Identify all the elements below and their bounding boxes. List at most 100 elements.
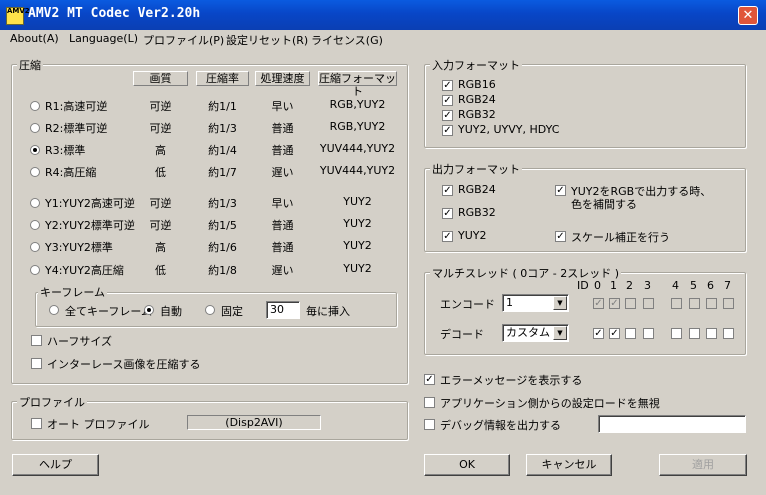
compression-mode-radio[interactable] xyxy=(30,101,40,111)
compression-mode-label: R3:標準 xyxy=(45,144,86,157)
half-size-label: ハーフサイズ xyxy=(47,335,113,348)
thread-id-1: 1 xyxy=(610,279,617,292)
encode-thread-checkbox[interactable]: ✓ xyxy=(593,298,604,309)
speed-cell: 普通 xyxy=(271,241,294,254)
format-cell: YUY2 xyxy=(343,262,372,275)
help-button[interactable]: ヘルプ xyxy=(12,454,99,476)
decode-thread-checkbox[interactable] xyxy=(643,328,654,339)
encode-threads-value: 1 xyxy=(506,296,513,309)
menu-license[interactable]: ライセンス(G) xyxy=(311,32,383,48)
decode-threads-select[interactable]: カスタム ▼ xyxy=(502,324,569,342)
header-ratio: 圧縮率 xyxy=(196,71,249,86)
input-yuy2-checkbox[interactable]: ✓ xyxy=(442,125,453,136)
interlace-checkbox[interactable] xyxy=(31,358,42,369)
profile-name: (Disp2AVI) xyxy=(187,415,321,430)
speed-cell: 普通 xyxy=(271,122,294,135)
chevron-down-icon[interactable]: ▼ xyxy=(553,326,567,340)
ignore-app-settings-label: アプリケーション側からの設定ロードを無視 xyxy=(440,397,660,410)
compression-mode-radio[interactable] xyxy=(30,220,40,230)
decode-thread-checkbox[interactable] xyxy=(671,328,682,339)
compression-mode-radio[interactable] xyxy=(30,123,40,133)
menu-language[interactable]: Language(L) xyxy=(69,32,138,45)
keyframe-auto-radio[interactable] xyxy=(144,305,154,315)
interlace-label: インターレース画像を圧縮する xyxy=(47,358,201,371)
compression-mode-radio[interactable] xyxy=(30,198,40,208)
input-rgb32-checkbox[interactable]: ✓ xyxy=(442,110,453,121)
ratio-cell: 約1/7 xyxy=(208,166,237,179)
speed-cell: 普通 xyxy=(271,144,294,157)
thread-id-0: 0 xyxy=(594,279,601,292)
output-rgb32-checkbox[interactable]: ✓ xyxy=(442,208,453,219)
input-rgb16-label: RGB16 xyxy=(458,78,496,91)
encode-thread-checkbox[interactable] xyxy=(625,298,636,309)
header-quality: 画質 xyxy=(133,71,188,86)
encode-thread-checkbox[interactable] xyxy=(643,298,654,309)
yuy2-to-rgb-checkbox[interactable]: ✓ xyxy=(555,185,566,196)
title-bar[interactable]: AMV2 AMV2 MT Codec Ver2.20h ✕ xyxy=(0,0,766,30)
scale-correction-checkbox[interactable]: ✓ xyxy=(555,231,566,242)
input-rgb16-checkbox[interactable]: ✓ xyxy=(442,80,453,91)
format-cell: YUY2 xyxy=(343,217,372,230)
input-rgb24-checkbox[interactable]: ✓ xyxy=(442,95,453,106)
encode-threads-select[interactable]: 1 ▼ xyxy=(502,294,569,312)
half-size-checkbox[interactable] xyxy=(31,335,42,346)
quality-cell: 高 xyxy=(155,241,166,254)
menu-profile[interactable]: プロファイル(P) xyxy=(143,32,224,48)
error-message-checkbox[interactable]: ✓ xyxy=(424,374,435,385)
encode-thread-checkbox[interactable] xyxy=(671,298,682,309)
decode-thread-checkbox[interactable] xyxy=(723,328,734,339)
output-format-title: 出力フォーマット xyxy=(430,161,522,177)
encode-thread-checkbox[interactable] xyxy=(723,298,734,309)
compression-mode-radio[interactable] xyxy=(30,242,40,252)
decode-thread-checkbox[interactable] xyxy=(706,328,717,339)
decode-thread-checkbox[interactable]: ✓ xyxy=(609,328,620,339)
keyframe-fixed-radio[interactable] xyxy=(205,305,215,315)
menu-reset[interactable]: 設定リセット(R) xyxy=(226,32,308,48)
quality-cell: 可逆 xyxy=(149,122,172,135)
keyframe-auto-label: 自動 xyxy=(160,305,182,318)
encode-thread-checkbox[interactable] xyxy=(706,298,717,309)
ok-button[interactable]: OK xyxy=(424,454,510,476)
ratio-cell: 約1/4 xyxy=(208,144,237,157)
format-cell: RGB,YUY2 xyxy=(329,120,386,133)
format-cell: YUY2 xyxy=(343,195,372,208)
quality-cell: 低 xyxy=(155,264,166,277)
keyframe-all-label: 全てキーフレーム xyxy=(65,305,153,318)
scale-correction-label: スケール補正を行う xyxy=(571,231,670,244)
keyframe-all-radio[interactable] xyxy=(49,305,59,315)
header-format: 圧縮フォーマット xyxy=(318,71,397,98)
ratio-cell: 約1/3 xyxy=(208,197,237,210)
auto-profile-checkbox[interactable] xyxy=(31,418,42,429)
ratio-cell: 約1/8 xyxy=(208,264,237,277)
close-button[interactable]: ✕ xyxy=(738,6,758,25)
debug-path-input[interactable] xyxy=(598,415,746,433)
profile-title: プロファイル xyxy=(17,394,87,410)
output-yuy2-checkbox[interactable]: ✓ xyxy=(442,231,453,242)
output-rgb24-checkbox[interactable]: ✓ xyxy=(442,185,453,196)
compression-mode-label: R2:標準可逆 xyxy=(45,122,108,135)
decode-thread-checkbox[interactable]: ✓ xyxy=(593,328,604,339)
encode-thread-checkbox[interactable] xyxy=(689,298,700,309)
compression-mode-radio[interactable] xyxy=(30,145,40,155)
encode-thread-checkbox[interactable]: ✓ xyxy=(609,298,620,309)
output-rgb24-label: RGB24 xyxy=(458,183,496,196)
compression-mode-radio[interactable] xyxy=(30,265,40,275)
cancel-button[interactable]: キャンセル xyxy=(526,454,612,476)
auto-profile-label: オート プロファイル xyxy=(47,418,150,431)
chevron-down-icon[interactable]: ▼ xyxy=(553,296,567,310)
keyframe-interval-input[interactable]: 30 xyxy=(266,301,300,319)
apply-button[interactable]: 適用 xyxy=(659,454,747,476)
ratio-cell: 約1/5 xyxy=(208,219,237,232)
ratio-cell: 約1/3 xyxy=(208,122,237,135)
ignore-app-settings-checkbox[interactable] xyxy=(424,397,435,408)
decode-thread-checkbox[interactable] xyxy=(625,328,636,339)
menu-about[interactable]: About(A) xyxy=(10,32,59,45)
quality-cell: 低 xyxy=(155,166,166,179)
speed-cell: 普通 xyxy=(271,219,294,232)
compression-mode-radio[interactable] xyxy=(30,167,40,177)
decode-thread-checkbox[interactable] xyxy=(689,328,700,339)
quality-cell: 可逆 xyxy=(149,100,172,113)
ratio-cell: 約1/6 xyxy=(208,241,237,254)
debug-output-checkbox[interactable] xyxy=(424,419,435,430)
speed-cell: 遅い xyxy=(271,166,294,179)
